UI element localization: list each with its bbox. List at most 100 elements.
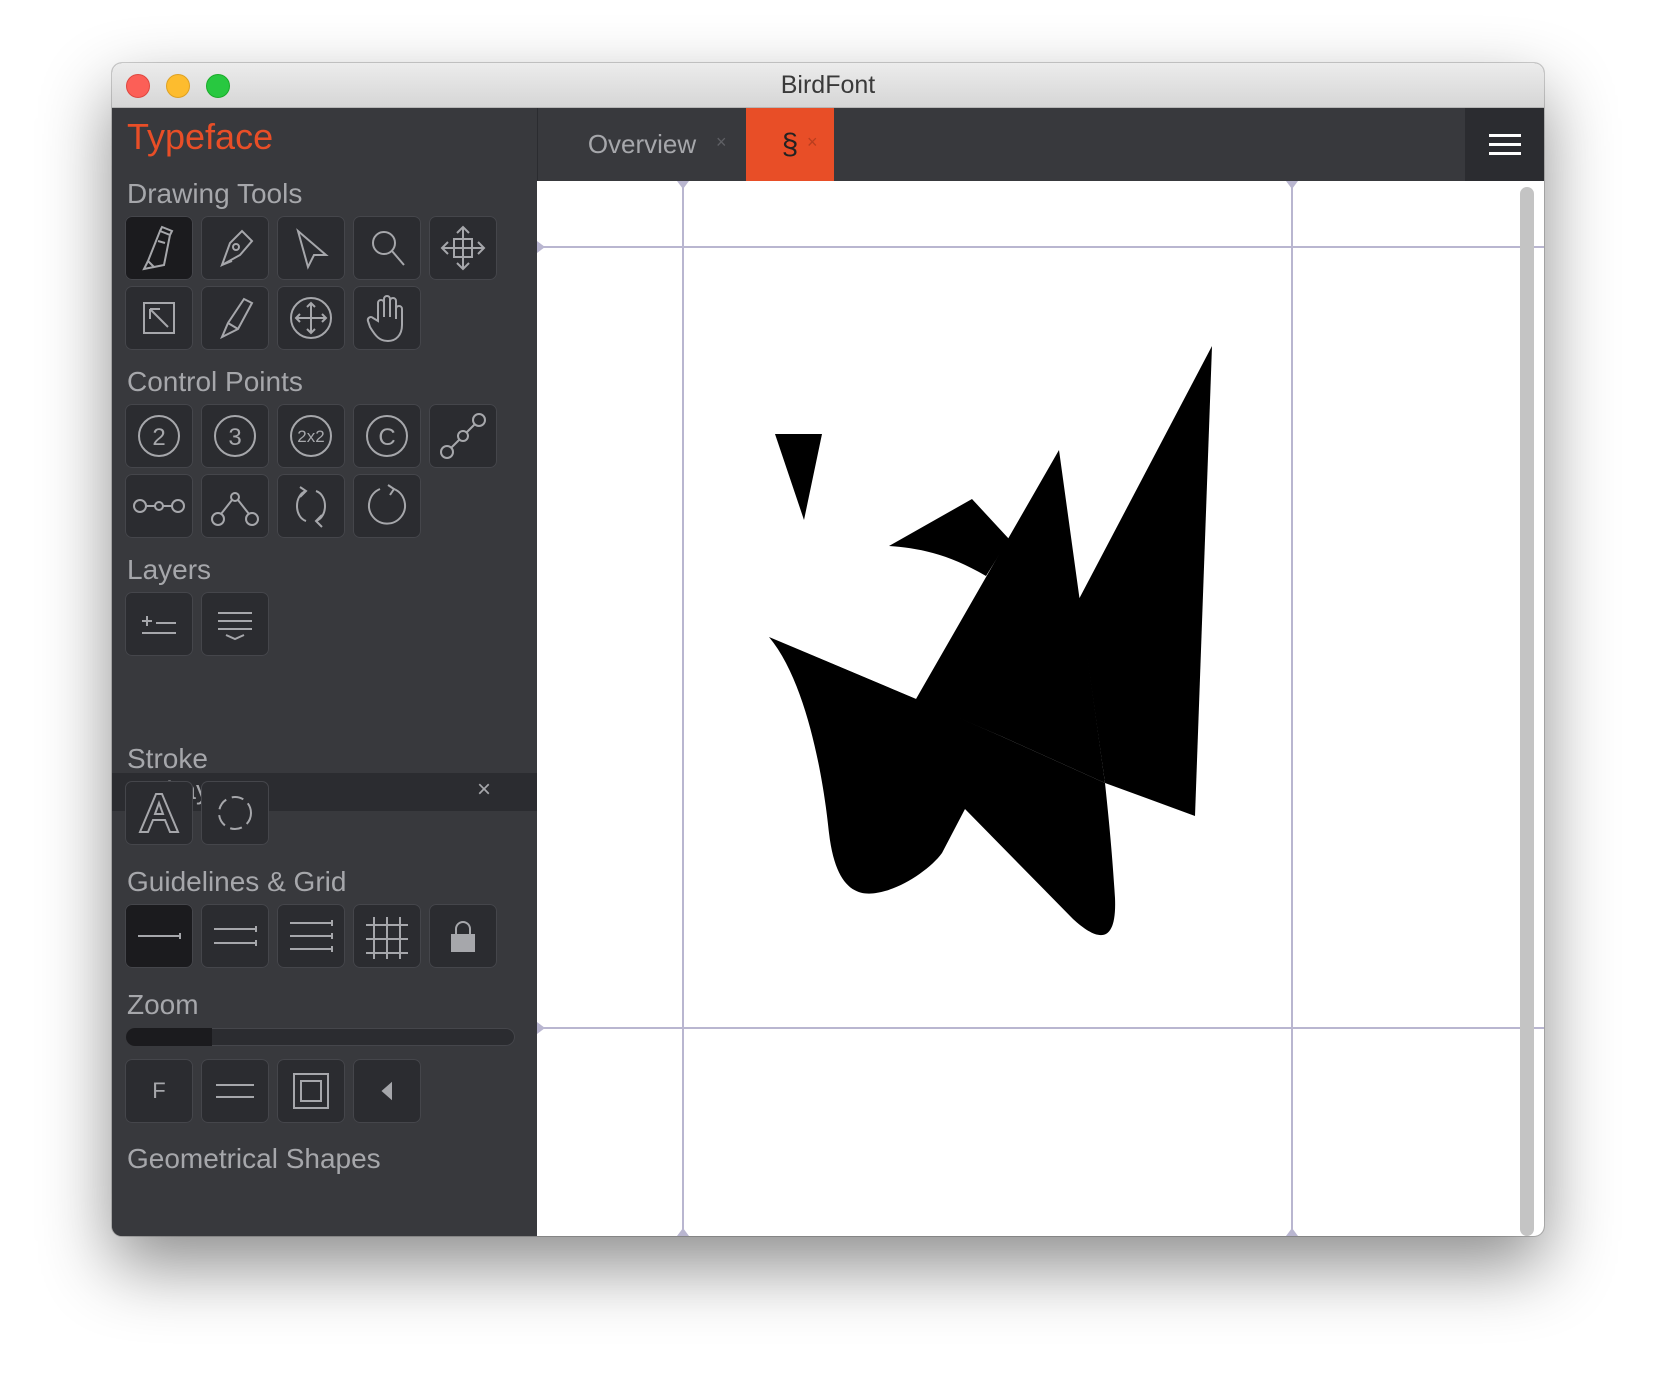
brush-tool-button[interactable]: [201, 286, 269, 350]
title-bar: BirdFont: [112, 63, 1544, 108]
guide-handle[interactable]: [537, 241, 545, 253]
move-icon: [440, 225, 486, 271]
svg-text:3: 3: [228, 424, 241, 451]
line-points-icon: [133, 499, 185, 513]
hand-icon: [366, 295, 403, 343]
show-guides-button[interactable]: [125, 904, 193, 968]
zoom-tool-button[interactable]: [353, 216, 421, 280]
guide-handle[interactable]: [677, 181, 689, 189]
help-lines-icon: [214, 926, 257, 946]
convert-points-button[interactable]: C: [353, 404, 421, 468]
zoom-lines-button[interactable]: [201, 1059, 269, 1123]
tab-overview-close-icon[interactable]: ×: [716, 132, 727, 153]
guide-handle[interactable]: [1286, 181, 1298, 189]
section-stroke: Stroke: [127, 743, 208, 774]
section-geometrical-shapes: Geometrical Shapes: [127, 1143, 381, 1174]
zoom-slider[interactable]: [126, 1028, 515, 1046]
pen-icon: [142, 225, 174, 271]
main-menu-button[interactable]: [1465, 108, 1544, 181]
tab-glyph-label: §: [781, 127, 799, 161]
section-control-points: Control Points: [127, 366, 303, 397]
glyph-path-hook[interactable]: [889, 499, 1009, 576]
tab-glyph[interactable]: § ×: [746, 108, 834, 181]
section-drawing-tools: Drawing Tools: [127, 178, 303, 209]
more-lines-icon: [290, 920, 333, 952]
join-points-icon: [440, 413, 486, 459]
dashed-stroke-icon: [218, 796, 252, 830]
rotate-move-tool-button[interactable]: [277, 286, 345, 350]
outline-font-icon: [138, 793, 180, 833]
guide-handle[interactable]: [1286, 1228, 1298, 1236]
layer-list-icon: [218, 612, 252, 641]
section-zoom: Zoom: [127, 989, 199, 1020]
pointer-tool-button[interactable]: [277, 216, 345, 280]
canvas-scrollbar[interactable]: [1520, 187, 1534, 1236]
zoom-lines-icon: [216, 1084, 254, 1098]
layer-close-icon[interactable]: ×: [477, 776, 491, 804]
lock-guides-button[interactable]: [429, 904, 497, 968]
tab-overview[interactable]: Overview ×: [538, 108, 746, 181]
tab-overview-label: Overview: [587, 129, 697, 159]
fit-zoom-button[interactable]: F: [125, 1059, 193, 1123]
add-layer-icon: [142, 616, 176, 634]
pointer-icon: [296, 228, 329, 270]
close-path-icon: [368, 484, 406, 525]
quadratic-points-button[interactable]: 2: [125, 404, 193, 468]
pen-tool-button[interactable]: [125, 216, 193, 280]
glyph-path-small-triangle[interactable]: [775, 434, 822, 520]
help-lines-button[interactable]: [201, 904, 269, 968]
grid-icon: [366, 917, 408, 959]
rotate-move-icon: [290, 297, 332, 339]
add-layer-button[interactable]: [125, 592, 193, 656]
resize-tool-button[interactable]: [125, 286, 193, 350]
dashed-stroke-button[interactable]: [201, 781, 269, 845]
app-name[interactable]: Typeface: [127, 116, 273, 158]
glyph-editor-svg[interactable]: [537, 181, 1544, 1236]
window-title: BirdFont: [780, 71, 876, 99]
show-guides-icon: [138, 933, 181, 939]
guide-handle[interactable]: [677, 1228, 689, 1236]
zoom-slider-fill: [126, 1028, 212, 1046]
more-lines-button[interactable]: [277, 904, 345, 968]
app-window: BirdFont Typeface Drawing Tools Control …: [112, 63, 1544, 1236]
cubic-points-button[interactable]: 3: [201, 404, 269, 468]
double-points-button[interactable]: 2x2: [277, 404, 345, 468]
hand-tool-button[interactable]: [353, 286, 421, 350]
outline-font-button[interactable]: [125, 781, 193, 845]
glyph-canvas[interactable]: [537, 181, 1544, 1236]
pencil-tool-button[interactable]: [201, 216, 269, 280]
move-tool-button[interactable]: [429, 216, 497, 280]
pencil-icon: [220, 229, 254, 268]
quadratic-icon: 2: [138, 415, 180, 457]
corner-points-button[interactable]: [201, 474, 269, 538]
brush-icon: [220, 297, 254, 340]
full-glyph-icon: [293, 1073, 329, 1109]
svg-text:2x2: 2x2: [297, 427, 324, 446]
layer-list-button[interactable]: [201, 592, 269, 656]
zoom-icon: [372, 231, 405, 266]
full-glyph-button[interactable]: [277, 1059, 345, 1123]
tools-sidebar: Typeface Drawing Tools Control Points 2 …: [112, 108, 537, 1236]
section-guidelines-grid: Guidelines & Grid: [127, 866, 347, 897]
svg-text:2: 2: [152, 424, 165, 451]
double-point-icon: 2x2: [290, 415, 332, 457]
resize-icon: [143, 302, 175, 334]
guide-handle[interactable]: [537, 1022, 545, 1034]
glyph-outline[interactable]: [769, 346, 1212, 936]
previous-view-icon: [381, 1081, 392, 1101]
cubic-icon: 3: [214, 415, 256, 457]
svg-text:C: C: [378, 424, 395, 451]
lock-icon: [451, 921, 475, 952]
grid-button[interactable]: [353, 904, 421, 968]
corner-points-icon: [211, 492, 259, 526]
close-path-button[interactable]: [353, 474, 421, 538]
line-points-button[interactable]: [125, 474, 193, 538]
join-points-button[interactable]: [429, 404, 497, 468]
flip-direction-button[interactable]: [277, 474, 345, 538]
tab-glyph-close-icon[interactable]: ×: [807, 132, 818, 153]
fit-icon: F: [152, 1078, 166, 1103]
convert-point-icon: C: [366, 415, 408, 457]
section-layers: Layers: [127, 554, 212, 585]
previous-view-button[interactable]: [353, 1059, 421, 1123]
tab-bar: Overview × § ×: [537, 108, 1544, 181]
